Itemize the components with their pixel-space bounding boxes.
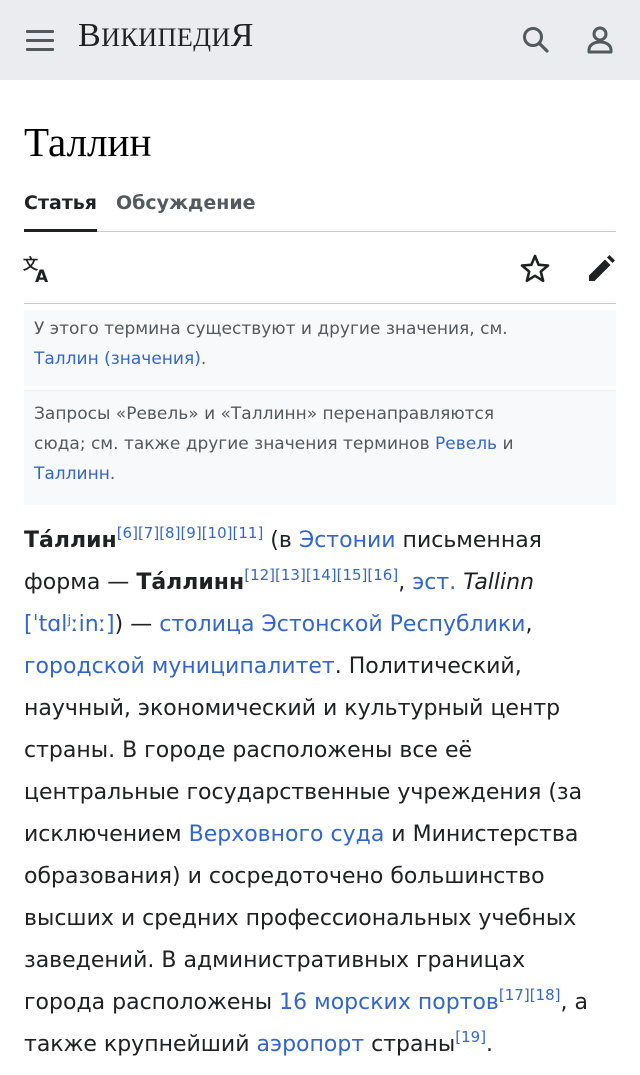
article-lead-paragraph: Та́ллин[6][7][8][9][10][11] (в Эстонии п…: [24, 520, 620, 1066]
page-title: Таллин: [24, 119, 152, 165]
body-text: письменная: [395, 528, 542, 553]
body-text: форма —: [24, 570, 137, 595]
tab-talk[interactable]: Обсуждение: [116, 192, 256, 232]
ref-link[interactable]: [8]: [159, 524, 180, 542]
text-line: исключением Верховного суда и Министерст…: [24, 814, 620, 856]
text-line: также крупнейший аэропорт страны[19].: [24, 1024, 620, 1066]
hatnote-punct: .: [200, 349, 207, 369]
body-text: города расположены: [24, 990, 280, 1015]
body-text: ) —: [114, 612, 160, 637]
link-estonian-language[interactable]: эст.: [412, 570, 456, 595]
article-term-bold: Та́ллин: [24, 528, 117, 553]
ref-link[interactable]: [19]: [455, 1028, 486, 1046]
body-text: .: [486, 1032, 494, 1057]
hatnote-disambiguation: У этого термина существуют и другие знач…: [24, 310, 616, 386]
ref-link[interactable]: [7]: [138, 524, 159, 542]
ref-link[interactable]: [9]: [180, 524, 201, 542]
link-estonia[interactable]: Эстонии: [299, 528, 396, 553]
hatnote-text: и: [497, 434, 514, 454]
text-line: образования) и сосредоточено большинство: [24, 864, 545, 889]
body-text: (в: [263, 528, 299, 553]
ref-link[interactable]: [12]: [244, 566, 275, 584]
ref-link[interactable]: [14]: [306, 566, 337, 584]
tab-article[interactable]: Статья: [24, 192, 98, 232]
link-municipality[interactable]: городской муниципалитет: [24, 654, 335, 679]
text-line: форма — Та́ллинн[12][13][14][15][16], эс…: [24, 562, 620, 604]
hatnote-text: сюда; см. также другие значения терминов: [34, 434, 435, 454]
logo-first-letter: В: [78, 17, 102, 54]
body-text: , а: [560, 990, 588, 1015]
page-tabs: Статья Обсуждение: [24, 192, 616, 232]
hatnote-redirect: Запросы «Ревель» и «Таллинн» перенаправл…: [24, 390, 616, 505]
link-tallinn[interactable]: Таллинн: [34, 464, 110, 484]
link-ipa[interactable]: [ˈtɑlʲːinː]: [24, 612, 115, 637]
body-text: . Политический,: [334, 654, 522, 679]
text-line: [ˈtɑlʲːinː]) — столица Эстонской Республ…: [24, 604, 620, 646]
link-tallinn-disambiguation[interactable]: Таллин (значения): [34, 349, 201, 369]
text-line: научный, экономический и культурный цент…: [24, 696, 561, 721]
language-icon[interactable]: 文 A: [22, 252, 56, 286]
text-line: заведений. В административных границах: [24, 948, 526, 973]
logo-middle: ИКИПЕДИ: [101, 23, 231, 52]
menu-bar: [26, 30, 54, 33]
menu-bar: [26, 39, 54, 42]
link-sea-ports[interactable]: 16 морских портов: [279, 990, 499, 1015]
search-icon[interactable]: [520, 24, 552, 56]
article-term-bold: Та́ллинн: [136, 570, 245, 595]
ref-link[interactable]: [15]: [337, 566, 368, 584]
link-revel[interactable]: Ревель: [435, 434, 497, 454]
body-text: и Министерства: [384, 822, 579, 847]
wikipedia-logo[interactable]: ВИКИПЕДИЯ: [78, 17, 254, 55]
ref-link[interactable]: [13]: [275, 566, 306, 584]
body-text: ,: [525, 612, 533, 637]
logo-last-letter: Я: [230, 17, 254, 54]
latin-name: Tallinn: [463, 570, 535, 595]
link-supreme-court[interactable]: Верховного суда: [189, 822, 385, 847]
edit-pencil-icon[interactable]: [584, 252, 618, 286]
hatnote-text: У этого термина существуют и другие знач…: [34, 319, 508, 339]
text-line: высших и средних профессиональных учебны…: [24, 906, 577, 931]
ref-link[interactable]: [18]: [530, 986, 561, 1004]
ref-link[interactable]: [17]: [499, 986, 530, 1004]
user-icon[interactable]: [584, 24, 616, 56]
text-line: страны. В городе расположены все её: [24, 738, 473, 763]
body-text: также крупнейший: [24, 1032, 257, 1057]
hatnote-punct: .: [109, 464, 116, 484]
page-actions-toolbar: 文 A: [22, 248, 618, 304]
body-text: страны: [364, 1032, 456, 1057]
text-line: городской муниципалитет. Политический,: [24, 646, 620, 688]
text-line: города расположены 16 морских портов[17]…: [24, 982, 620, 1024]
top-header: ВИКИПЕДИЯ: [0, 0, 640, 80]
link-airport[interactable]: аэропорт: [257, 1032, 365, 1057]
main-menu-icon[interactable]: [26, 28, 54, 52]
svg-text:A: A: [35, 267, 49, 286]
body-text: исключением: [24, 822, 189, 847]
watch-star-icon[interactable]: [518, 252, 552, 286]
link-capital[interactable]: столица Эстонской Республики: [159, 612, 525, 637]
body-text: ,: [398, 570, 413, 595]
hatnote-text: Запросы «Ревель» и «Таллинн» перенаправл…: [34, 404, 495, 424]
ref-link[interactable]: [6]: [117, 524, 138, 542]
menu-bar: [26, 48, 54, 51]
ref-link[interactable]: [10]: [202, 524, 233, 542]
ref-link[interactable]: [16]: [367, 566, 398, 584]
text-line: центральные государственные учреждения (…: [24, 780, 583, 805]
text-line: Та́ллин[6][7][8][9][10][11] (в Эстонии п…: [24, 520, 620, 562]
ref-link[interactable]: [11]: [233, 524, 264, 542]
